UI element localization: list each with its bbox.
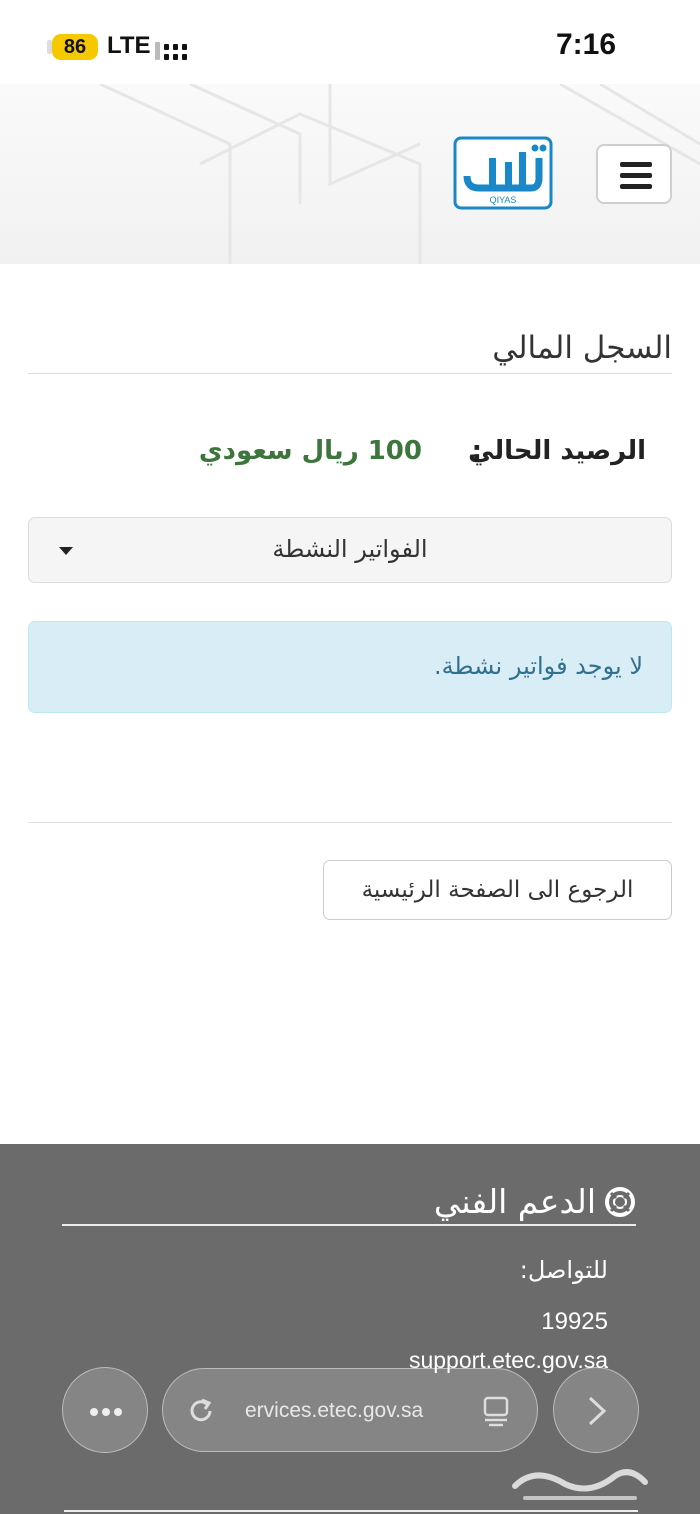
browser-toolbar: ervices.etec.gov.sa — [0, 1366, 700, 1456]
page-title: السجل المالي — [492, 330, 672, 366]
support-phone[interactable]: 19925 — [541, 1308, 608, 1336]
battery-indicator: 86 — [52, 34, 98, 60]
more-options-button[interactable] — [62, 1367, 148, 1453]
balance-label: الرصيد الحالي — [468, 436, 646, 466]
status-bar: 86 LTE 7:16 — [0, 0, 700, 84]
footer-divider — [62, 1224, 636, 1226]
title-divider — [28, 373, 672, 374]
app-screen: 86 LTE 7:16 QIYAS السجل المالي الرصيد ال… — [0, 0, 700, 1514]
forward-button[interactable] — [553, 1367, 639, 1453]
balance-value: 100 ريال سعودي — [198, 436, 422, 466]
hamburger-menu-button[interactable] — [596, 144, 672, 204]
caret-down-icon — [59, 547, 73, 555]
reload-icon[interactable] — [185, 1395, 217, 1427]
header-pattern — [99, 84, 700, 264]
section-divider — [28, 822, 672, 823]
active-invoices-dropdown[interactable]: الفواتير النشطة — [28, 517, 672, 583]
watermark-logo — [512, 1469, 648, 1500]
alert-text: لا يوجد فواتير نشطة. — [433, 652, 643, 680]
clock: 7:16 — [555, 28, 616, 61]
no-invoices-alert: لا يوجد فواتير نشطة. — [28, 621, 672, 713]
back-to-home-button[interactable]: الرجوع الى الصفحة الرئيسية — [323, 860, 672, 920]
footer-bottom-divider — [64, 1510, 638, 1512]
balance-separator: : — [471, 436, 482, 466]
chevron-right-icon — [588, 1396, 607, 1426]
address-bar[interactable]: ervices.etec.gov.sa — [162, 1368, 538, 1452]
qiyas-logo[interactable]: QIYAS — [453, 136, 553, 210]
reader-mode-icon[interactable] — [481, 1395, 511, 1427]
url-text: ervices.etec.gov.sa — [245, 1399, 424, 1422]
signal-strength-icon — [155, 36, 189, 60]
contact-label: للتواصل: — [519, 1256, 608, 1284]
svg-text:QIYAS: QIYAS — [490, 195, 517, 205]
network-type: LTE — [107, 32, 151, 59]
support-title-text: الدعم الفني — [433, 1182, 596, 1221]
site-header: QIYAS — [0, 84, 700, 264]
dropdown-label: الفواتير النشطة — [272, 535, 428, 563]
support-title: الدعم الفني — [434, 1182, 636, 1221]
